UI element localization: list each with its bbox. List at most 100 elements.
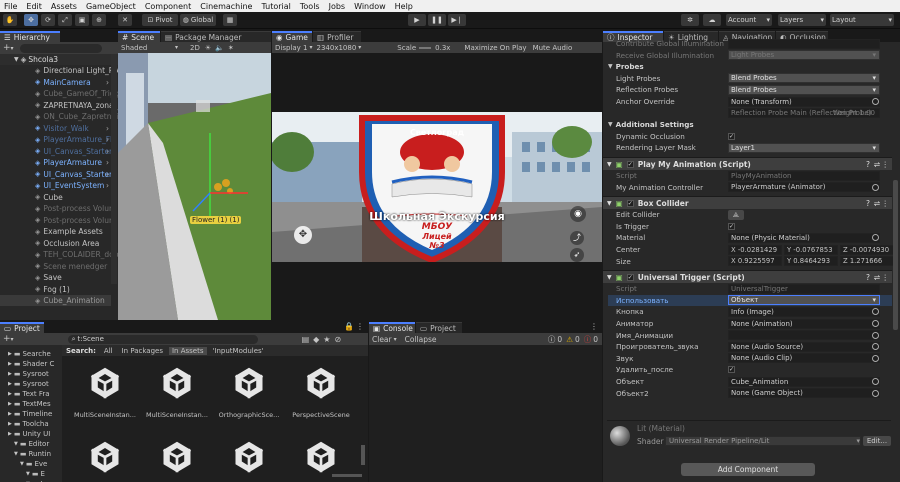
chevron-right-icon[interactable]: › <box>106 135 109 144</box>
tab-scene[interactable]: # Scene <box>118 31 160 42</box>
hidden-count-icon[interactable]: ⊘ <box>334 335 341 344</box>
asset-item[interactable] <box>144 433 210 482</box>
property-dropdown[interactable]: Layer1 ▾ <box>728 142 880 153</box>
tab-game[interactable]: ◉ Game <box>272 31 312 42</box>
property-field[interactable]: None (Audio Clip) <box>728 353 880 364</box>
menu-item-tutorial[interactable]: Tutorial <box>261 2 290 11</box>
expand-arrow-icon[interactable]: ▶ <box>8 401 12 407</box>
expand-arrow-icon[interactable]: ▼ <box>20 461 24 467</box>
preset-icon[interactable]: ⇌ <box>874 160 880 169</box>
custom-tool-button[interactable]: ✕ <box>118 14 132 26</box>
mute-audio-toggle[interactable]: Mute Audio <box>533 44 573 52</box>
object-picker-icon[interactable] <box>872 389 879 397</box>
eye-icon[interactable]: ◉ <box>570 206 586 222</box>
expand-arrow-icon[interactable]: ▼ <box>26 471 30 477</box>
hierarchy-item[interactable]: ◈ UI_Canvas_Starter › <box>0 169 112 180</box>
section-header[interactable]: ▼ Probes <box>608 61 892 72</box>
property-field[interactable] <box>728 330 880 341</box>
rotate-tool-button[interactable]: ⟳ <box>41 14 55 26</box>
property-field[interactable]: None (Game Object) <box>728 388 880 399</box>
clear-button[interactable]: Clear <box>372 335 392 344</box>
asset-item[interactable]: MultiSceneInstan... <box>144 359 210 429</box>
pause-button[interactable]: ❚❚ <box>428 14 446 26</box>
menu-item-window[interactable]: Window <box>354 2 386 11</box>
menu-item-cinemachine[interactable]: Cinemachine <box>200 2 252 11</box>
move-tool-button[interactable]: ✥ <box>24 14 38 26</box>
resolution-dropdown[interactable]: 2340x1080 <box>317 44 357 52</box>
shading-mode-dropdown[interactable]: Shaded <box>121 44 175 52</box>
pivot-toggle[interactable]: ⊡ Pivot <box>142 14 178 26</box>
shader-dropdown[interactable]: Universal Render Pipeline/Lit ▾ <box>665 436 861 446</box>
property-field[interactable]: None (Audio Source) <box>728 341 880 352</box>
chevron-right-icon[interactable]: › <box>106 181 109 190</box>
foldout-arrow-icon[interactable]: ▼ <box>608 63 613 70</box>
expand-arrow-icon[interactable]: ▶ <box>8 391 12 397</box>
scope-folder-button[interactable]: 'InputModules' <box>210 347 267 355</box>
add-icon[interactable]: + <box>3 43 11 53</box>
menu-item-assets[interactable]: Assets <box>51 2 77 11</box>
expand-arrow-icon[interactable]: ▼ <box>14 441 18 447</box>
assets-scrollbar[interactable] <box>361 445 365 465</box>
property-field[interactable]: PlayMyAnimation <box>728 170 880 181</box>
component-header[interactable]: ▼ ▣ ✓ Box Collider? ⇌ ⋮ <box>603 196 892 210</box>
hierarchy-item[interactable]: ◈ Post-process Volum <box>0 203 116 214</box>
snap-button[interactable]: ▦ <box>223 14 237 26</box>
property-field[interactable]: None (Transform) <box>728 96 880 107</box>
vector-component-field[interactable]: Y -0.0767853 <box>784 244 838 255</box>
account-dropdown[interactable]: Account ▾ <box>726 14 772 26</box>
object-picker-icon[interactable] <box>872 183 879 191</box>
hierarchy-item[interactable]: ◈ PlayerArmature_FL › <box>0 134 114 145</box>
label-icon[interactable]: ◆ <box>313 335 319 344</box>
edit-collider-icon[interactable]: ⟁ <box>728 209 744 220</box>
asset-item[interactable]: PerspectiveScene <box>288 359 354 429</box>
object-picker-icon[interactable] <box>872 343 879 351</box>
lock-icon[interactable]: 🔒 <box>344 322 354 331</box>
layers-dropdown[interactable]: Layers ▾ <box>778 14 826 26</box>
component-enabled-checkbox[interactable]: ✓ <box>626 273 634 281</box>
expand-arrow-icon[interactable]: ▶ <box>8 431 12 437</box>
property-dropdown[interactable]: Light Probes ▾ <box>728 50 880 61</box>
object-picker-icon[interactable] <box>872 98 879 105</box>
property-field[interactable]: None (Animation) <box>728 318 880 329</box>
scene-row[interactable]: ▼ ◈ Shcola3 <box>0 54 118 65</box>
maximize-on-play-toggle[interactable]: Maximize On Play <box>464 44 526 52</box>
foldout-arrow-icon[interactable]: ▼ <box>608 121 613 128</box>
foldout-arrow-icon[interactable]: ▼ <box>607 200 612 207</box>
asset-size-slider[interactable] <box>332 474 362 477</box>
vector-component-field[interactable]: Y 0.8464293 <box>784 256 838 267</box>
cloud-button[interactable]: ☁ <box>703 14 721 26</box>
property-field[interactable] <box>728 38 880 49</box>
object-picker-icon[interactable] <box>872 308 879 316</box>
sprint-icon[interactable]: ➶ <box>570 248 584 262</box>
property-field[interactable]: Info (Image) <box>728 306 880 317</box>
hierarchy-item[interactable]: ◈ MainCamera › <box>0 77 111 88</box>
tab-project-2[interactable]: ▭ Project <box>416 322 462 333</box>
property-field[interactable]: Reflection Probe Main (Reflection Probe)… <box>728 108 880 119</box>
tab-package-manager[interactable]: ▤ Package Manager <box>161 31 271 42</box>
vector-component-field[interactable]: X -0.0281429 <box>728 244 782 255</box>
more-options-icon[interactable]: ⋮ <box>882 199 890 208</box>
more-options-icon[interactable]: ⋮ <box>590 322 598 331</box>
menu-item-tools[interactable]: Tools <box>300 2 320 11</box>
component-enabled-checkbox[interactable]: ✓ <box>626 199 634 207</box>
hierarchy-item[interactable]: ◈ Cube_GameOf_Trigg <box>0 88 118 99</box>
object-picker-icon[interactable] <box>872 354 879 362</box>
asset-item[interactable]: MultiSceneInstan... <box>72 359 138 429</box>
tab-hierarchy[interactable]: ☰ Hierarchy <box>0 31 60 42</box>
object-picker-icon[interactable] <box>872 331 879 339</box>
hierarchy-item[interactable]: ◈ Cube <box>0 192 111 203</box>
menu-item-component[interactable]: Component <box>145 2 191 11</box>
property-dropdown[interactable]: Объект ▾ <box>728 295 880 306</box>
inspector-scrollbar[interactable] <box>893 180 898 330</box>
play-button[interactable]: ▶ <box>408 14 426 26</box>
expand-arrow-icon[interactable]: ▶ <box>8 351 12 357</box>
expand-arrow-icon[interactable]: ▶ <box>8 381 12 387</box>
global-toggle[interactable]: ◍ Global <box>180 14 216 26</box>
scale-slider[interactable] <box>419 46 432 49</box>
hierarchy-item[interactable]: ◈ Save <box>0 272 111 283</box>
hand-tool-button[interactable]: ✋ <box>3 14 17 26</box>
add-component-button[interactable]: Add Component <box>681 463 815 476</box>
hierarchy-scrollbar[interactable] <box>111 54 117 284</box>
expand-arrow-icon[interactable]: ▶ <box>8 361 12 367</box>
step-button[interactable]: ▶❘ <box>448 14 466 26</box>
